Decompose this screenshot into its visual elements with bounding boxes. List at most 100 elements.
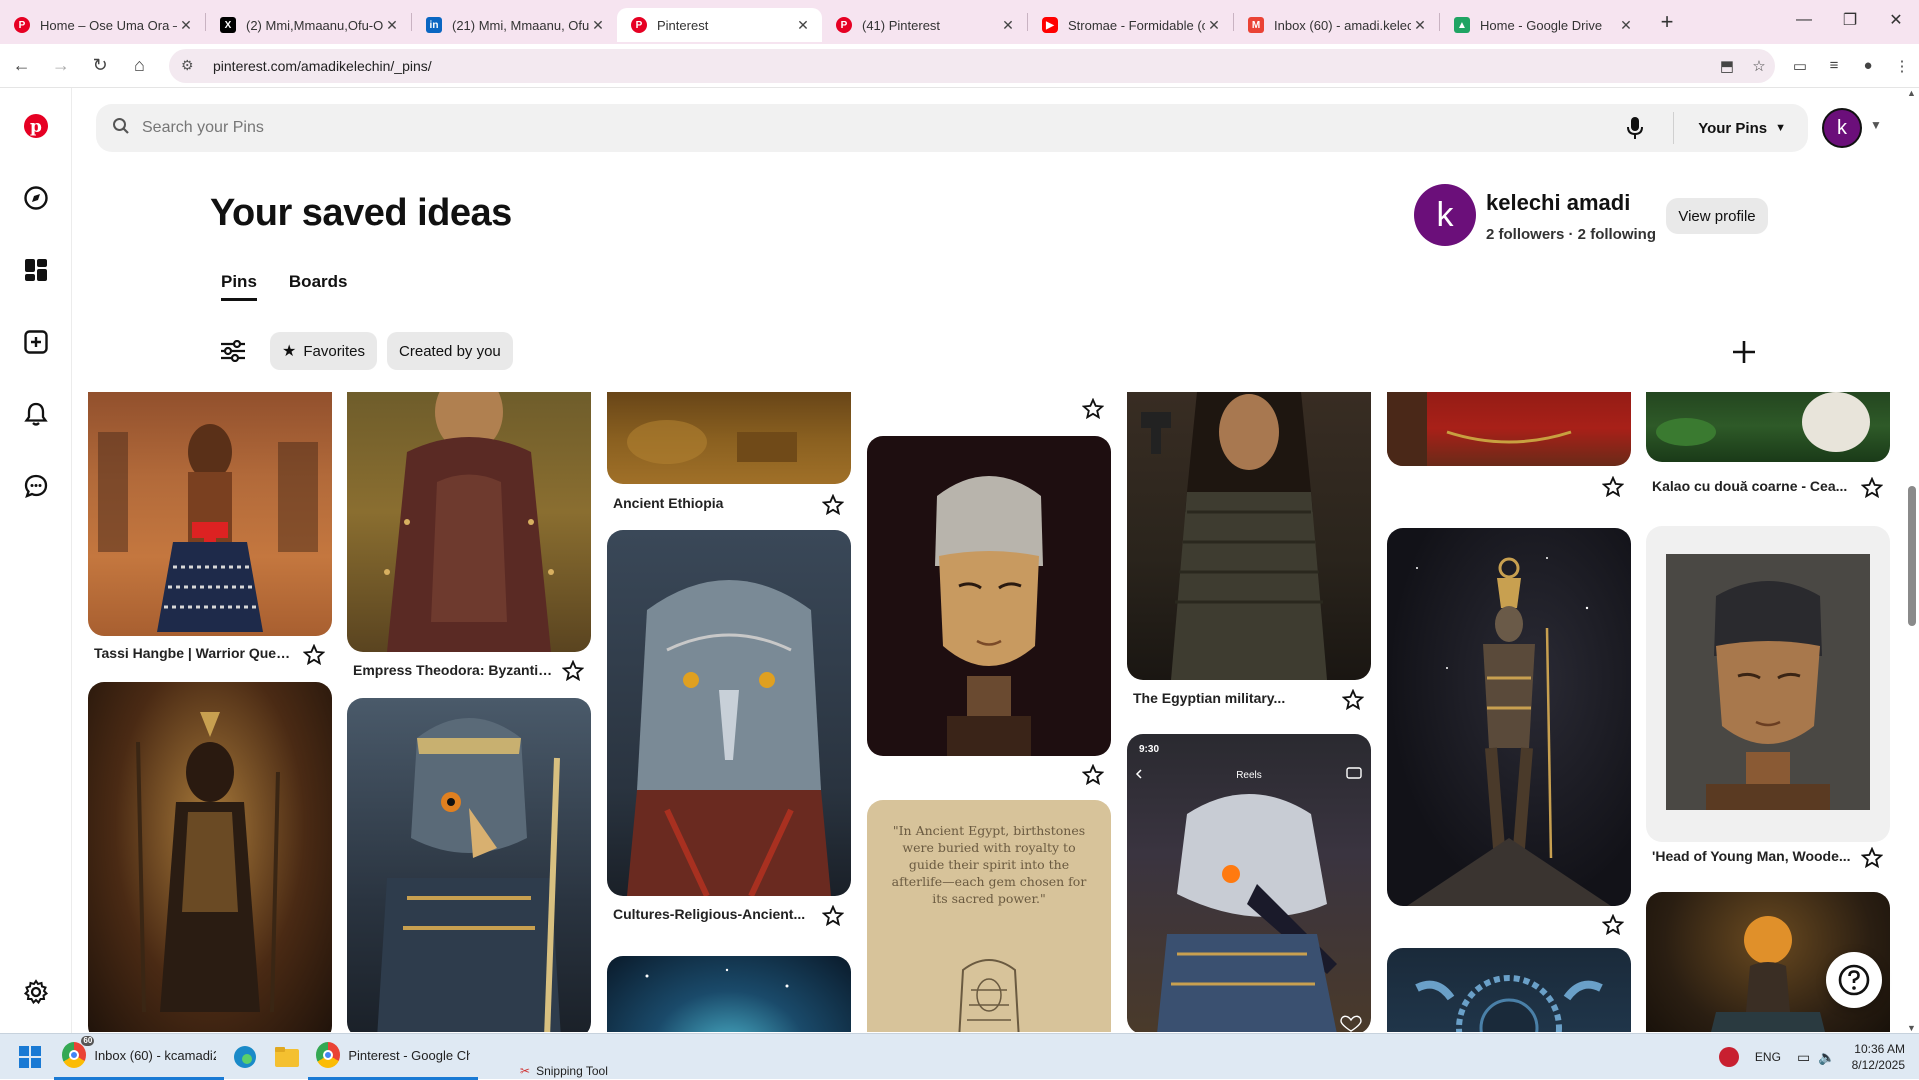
view-profile-button[interactable]: View profile xyxy=(1666,198,1768,234)
favorite-star-icon[interactable] xyxy=(1081,763,1105,786)
pin-card[interactable] xyxy=(1646,392,1890,462)
pin-caption[interactable]: Tassi Hangbe | Warrior Quee... xyxy=(94,645,294,661)
forward-icon[interactable]: → xyxy=(43,48,78,84)
browser-tab[interactable]: ▶ Stromae - Formidable (cec ✕ xyxy=(1028,8,1233,42)
help-button[interactable] xyxy=(1826,952,1882,1008)
pin-card[interactable] xyxy=(1387,528,1631,906)
pin-card[interactable] xyxy=(1387,948,1631,1032)
close-tab-icon[interactable]: ✕ xyxy=(794,17,812,34)
profile-name[interactable]: kelechi amadi xyxy=(1486,190,1630,216)
favorite-star-icon[interactable] xyxy=(302,643,326,666)
address-bar[interactable]: ⚙ pinterest.com/amadikelechin/_pins/ ⬒ ☆ xyxy=(169,48,1775,83)
profile-icon[interactable]: ● xyxy=(1851,57,1885,74)
pin-caption[interactable]: 'Head of Young Man, Woode... xyxy=(1652,848,1852,864)
taskbar-chrome-inbox[interactable]: 60 Inbox (60) - kcamadi2k@ xyxy=(54,1034,224,1080)
pin-card[interactable] xyxy=(607,530,851,896)
pin-card[interactable] xyxy=(347,392,591,652)
profile-avatar[interactable]: k xyxy=(1414,184,1476,246)
tab-pins[interactable]: Pins xyxy=(221,272,257,301)
windows-start-icon[interactable] xyxy=(0,1034,54,1080)
restore-icon[interactable]: ❐ xyxy=(1827,0,1873,40)
scroll-up-arrow-icon[interactable]: ▲ xyxy=(1907,88,1916,98)
pin-card[interactable] xyxy=(347,698,591,1032)
pin-caption[interactable]: Kalao cu două coarne - Cea... xyxy=(1652,478,1852,494)
pin-card[interactable]: "In Ancient Egypt, birthstones were buri… xyxy=(867,800,1111,1032)
minimize-icon[interactable]: — xyxy=(1781,0,1827,40)
explore-icon[interactable] xyxy=(18,180,54,216)
reading-mode-icon[interactable]: ▭ xyxy=(1783,57,1817,75)
pin-card[interactable] xyxy=(1387,392,1631,466)
account-chevron-down-icon[interactable]: ▼ xyxy=(1870,118,1882,132)
tab-boards[interactable]: Boards xyxy=(289,272,348,301)
close-tab-icon[interactable]: ✕ xyxy=(589,17,607,34)
filter-sliders-icon[interactable] xyxy=(216,334,250,368)
profile-follow-counts[interactable]: 2 followers · 2 following xyxy=(1486,226,1656,243)
browser-tab[interactable]: in (21) Mmi, Mmaanu, Ofu-O ✕ xyxy=(412,8,617,42)
favorite-star-icon[interactable] xyxy=(1081,397,1105,420)
snipping-tool-item[interactable]: ✂ Snipping Tool xyxy=(512,1062,616,1080)
pin-caption[interactable]: Ancient Ethiopia xyxy=(613,495,813,511)
pin-card[interactable] xyxy=(88,392,332,636)
site-info-icon[interactable]: ⚙ xyxy=(181,57,199,74)
created-by-you-filter-chip[interactable]: Created by you xyxy=(387,332,513,370)
pin-card[interactable] xyxy=(1127,392,1371,680)
pin-card[interactable]: 9:30 Reels xyxy=(1127,734,1371,1032)
language-indicator[interactable]: ENG xyxy=(1755,1050,1781,1064)
close-tab-icon[interactable]: ✕ xyxy=(383,17,401,34)
boards-icon[interactable] xyxy=(18,252,54,288)
pin-caption[interactable]: Cultures-Religious-Ancient... xyxy=(613,906,813,922)
close-tab-icon[interactable]: ✕ xyxy=(1617,17,1635,34)
back-icon[interactable]: ← xyxy=(4,48,39,84)
favorite-star-icon[interactable] xyxy=(821,493,845,516)
new-tab-icon[interactable]: + xyxy=(1651,9,1683,35)
pin-caption[interactable]: Empress Theodora: Byzantin... xyxy=(353,662,553,678)
notifications-icon[interactable] xyxy=(18,396,54,432)
volume-icon[interactable]: 🔈 xyxy=(1818,1049,1835,1066)
pin-card[interactable] xyxy=(1646,526,1890,842)
close-tab-icon[interactable]: ✕ xyxy=(177,17,195,34)
browser-tab[interactable]: ▲ Home - Google Drive ✕ xyxy=(1440,8,1645,42)
page-scrollbar[interactable]: ▲ ▼ xyxy=(1905,88,1919,1033)
scrollbar-thumb[interactable] xyxy=(1908,486,1916,626)
browser-tab[interactable]: P Home – Ose Uma Ora – Ol ✕ xyxy=(0,8,205,42)
pin-search-bar[interactable]: Search your Pins Your Pins ▼ xyxy=(96,104,1808,152)
pinterest-logo-icon[interactable]: p xyxy=(18,108,54,144)
browser-tab[interactable]: M Inbox (60) - amadi.kelechi ✕ xyxy=(1234,8,1439,42)
close-tab-icon[interactable]: ✕ xyxy=(1205,17,1223,34)
favorite-star-icon[interactable] xyxy=(1601,475,1625,498)
messages-icon[interactable] xyxy=(18,468,54,504)
favorite-star-icon[interactable] xyxy=(1860,846,1884,869)
bookmark-star-icon[interactable]: ☆ xyxy=(1743,57,1775,75)
tray-app-icon[interactable] xyxy=(1718,1047,1739,1067)
media-controls-icon[interactable]: ≡ xyxy=(1817,57,1851,74)
pin-card[interactable] xyxy=(607,392,851,484)
account-avatar[interactable]: k xyxy=(1822,108,1862,148)
chrome-menu-icon[interactable]: ⋮ xyxy=(1885,57,1919,75)
create-icon[interactable] xyxy=(18,324,54,360)
home-icon[interactable]: ⌂ xyxy=(122,48,157,84)
network-icon[interactable]: ▭ xyxy=(1797,1049,1810,1066)
close-window-icon[interactable]: ✕ xyxy=(1873,0,1919,40)
system-clock[interactable]: 10:36 AM 8/12/2025 xyxy=(1852,1041,1905,1073)
search-scope-dropdown[interactable]: Your Pins ▼ xyxy=(1698,120,1786,137)
browser-tab[interactable]: X (2) Mmi,Mmaanu,Ofu-Oha ✕ xyxy=(206,8,411,42)
browser-tab-active[interactable]: P Pinterest ✕ xyxy=(617,8,822,42)
settings-icon[interactable] xyxy=(18,974,54,1010)
pin-card[interactable] xyxy=(88,682,332,1032)
install-app-icon[interactable]: ⬒ xyxy=(1711,57,1743,75)
microphone-icon[interactable] xyxy=(1615,116,1655,140)
favorite-star-icon[interactable] xyxy=(821,904,845,927)
pin-card[interactable] xyxy=(867,436,1111,756)
favorite-star-icon[interactable] xyxy=(1860,476,1884,499)
browser-tab[interactable]: P (41) Pinterest ✕ xyxy=(822,8,1027,42)
favorite-star-icon[interactable] xyxy=(1341,688,1365,711)
taskbar-chrome-pinterest[interactable]: Pinterest - Google Chro xyxy=(308,1034,478,1080)
scroll-down-arrow-icon[interactable]: ▼ xyxy=(1907,1023,1916,1033)
search-input[interactable]: Search your Pins xyxy=(142,119,1615,137)
add-plus-icon[interactable] xyxy=(1726,334,1762,370)
pin-caption[interactable]: The Egyptian military... xyxy=(1133,690,1333,706)
edge-app-icon[interactable] xyxy=(224,1034,266,1080)
file-explorer-icon[interactable] xyxy=(266,1034,308,1080)
reload-icon[interactable]: ↻ xyxy=(83,48,118,84)
close-tab-icon[interactable]: ✕ xyxy=(1411,17,1429,34)
